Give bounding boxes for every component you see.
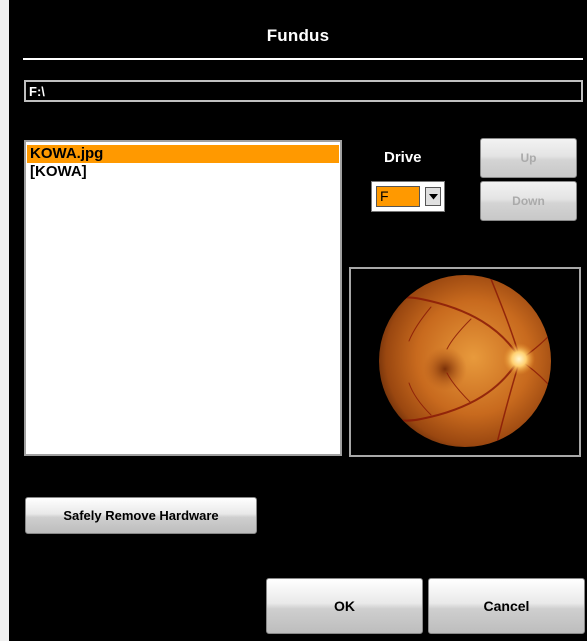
drive-label: Drive: [384, 149, 422, 166]
file-list-item-kowa-jpg[interactable]: KOWA.jpg: [27, 145, 339, 163]
fundus-image-preview: [349, 267, 581, 457]
drive-select[interactable]: F: [371, 181, 445, 212]
drive-select-value: F: [376, 186, 420, 207]
path-field[interactable]: [24, 80, 583, 102]
down-button[interactable]: Down: [480, 181, 577, 221]
file-list-item-kowa-folder[interactable]: [KOWA]: [27, 163, 339, 181]
safely-remove-hardware-button[interactable]: Safely Remove Hardware: [25, 497, 257, 534]
file-list[interactable]: KOWA.jpg [KOWA]: [24, 140, 342, 456]
fundus-image: [379, 275, 551, 447]
chevron-down-icon[interactable]: [425, 187, 441, 206]
title-divider: [23, 58, 583, 60]
dialog-title: Fundus: [266, 26, 330, 45]
up-button[interactable]: Up: [480, 138, 577, 178]
ok-button[interactable]: OK: [266, 578, 423, 634]
fundus-dialog: Fundus KOWA.jpg [KOWA] Drive F Up Down: [9, 0, 587, 641]
cancel-button[interactable]: Cancel: [428, 578, 585, 634]
